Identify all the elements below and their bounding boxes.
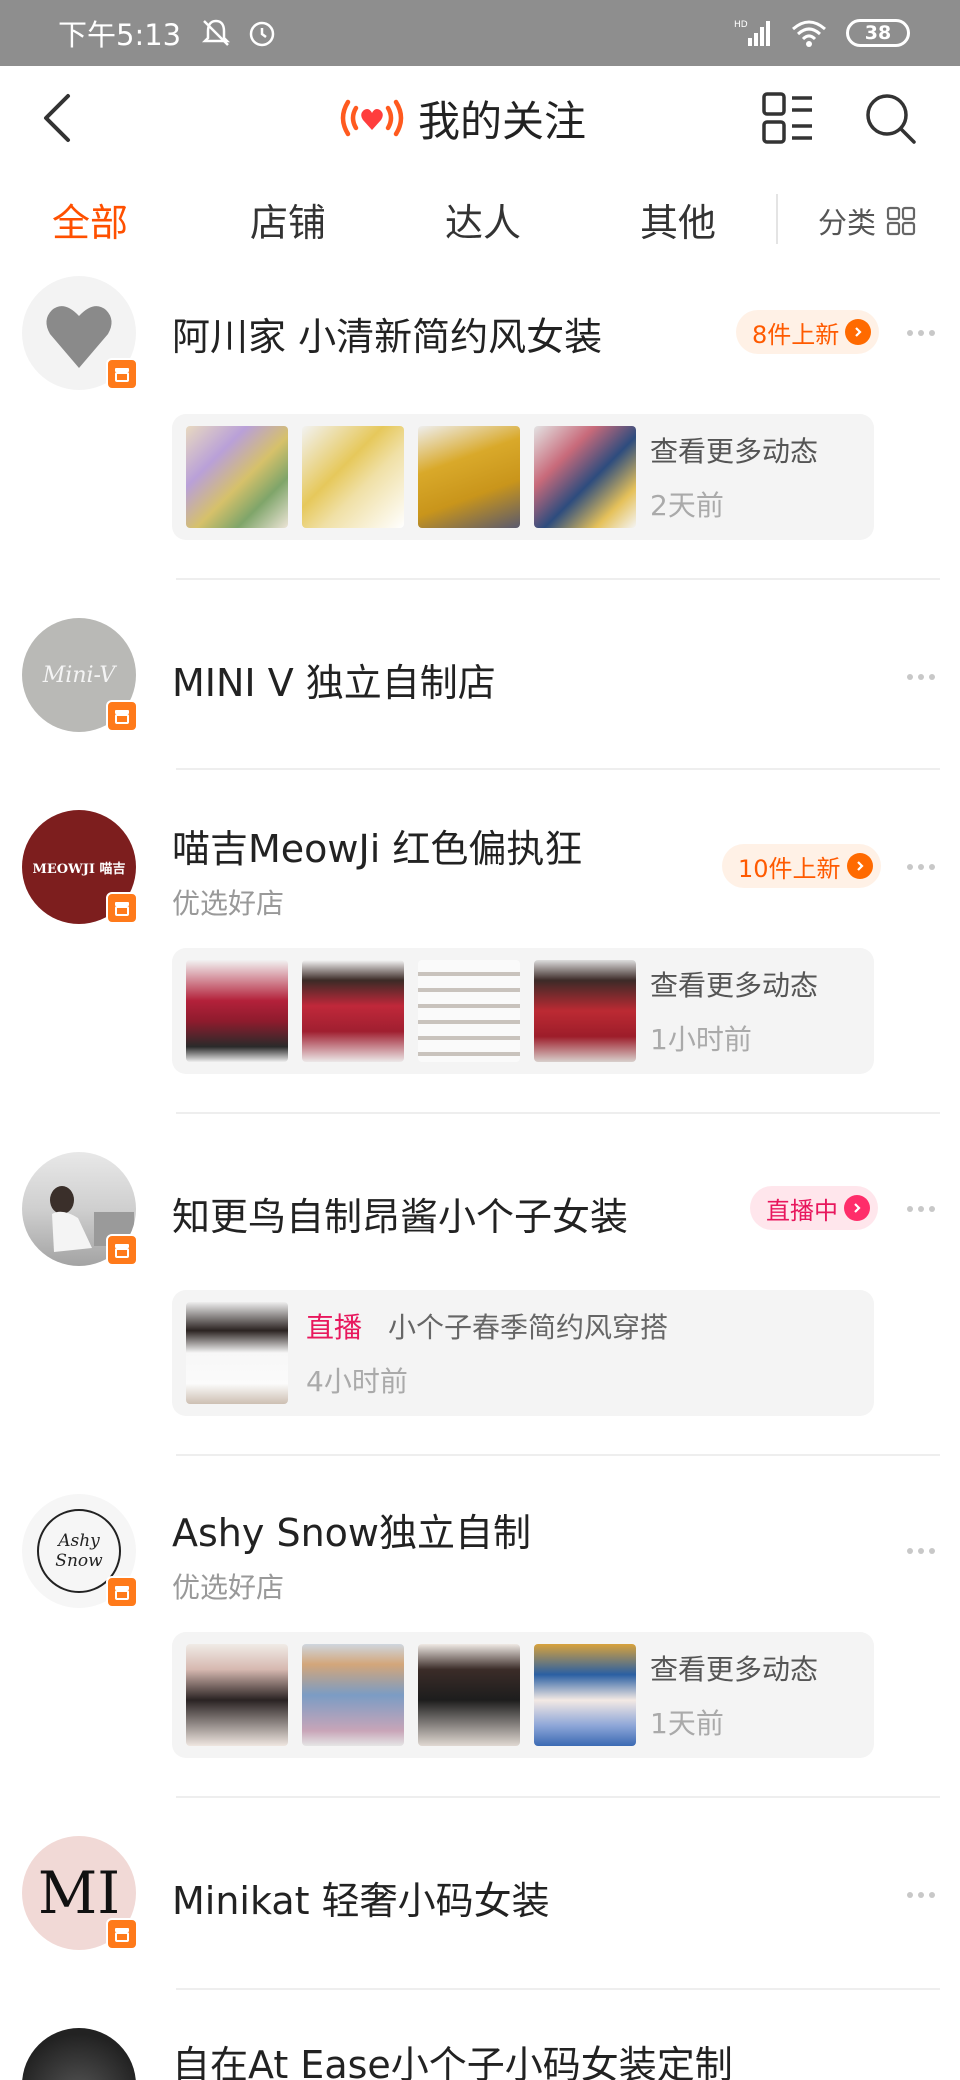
shop-badge-icon (106, 892, 138, 924)
more-options-icon[interactable] (906, 1890, 936, 1900)
update-time: 2天前 (650, 489, 724, 522)
shop-name: 自在At Ease小个子小码女装定制 (172, 2043, 733, 2080)
grid-icon (886, 206, 916, 236)
live-status-badge[interactable]: 直播中 (750, 1186, 878, 1230)
shop-name: 喵吉MeowJi 红色偏执狂 (172, 827, 583, 871)
product-thumbnail[interactable] (302, 1644, 404, 1746)
chevron-right-icon (846, 853, 873, 879)
shop-badge-icon (106, 1576, 138, 1608)
tab-shops[interactable]: 店铺 (250, 192, 326, 247)
alarm-icon (249, 21, 275, 47)
update-time: 4小时前 (306, 1365, 408, 1398)
divider (176, 1988, 940, 1990)
divider (176, 578, 940, 580)
live-description: 小个子春季简约风穿搭 (388, 1311, 669, 1344)
updates-card[interactable]: 查看更多动态 1天前 (172, 1632, 874, 1758)
tab-influencers[interactable]: 达人 (445, 192, 521, 247)
product-thumbnail[interactable] (418, 1644, 520, 1746)
product-thumbnail[interactable] (302, 960, 404, 1062)
shop-badge-icon (106, 1234, 138, 1266)
tab-divider (776, 194, 778, 244)
more-options-icon[interactable] (906, 672, 936, 682)
chevron-right-icon (844, 1195, 870, 1221)
list-view-icon[interactable] (758, 88, 818, 148)
live-thumbnail[interactable] (186, 1302, 288, 1404)
new-items-badge[interactable]: 8件上新 (736, 310, 880, 354)
shop-subtitle: 优选好店 (172, 887, 285, 920)
product-thumbnail[interactable] (534, 960, 636, 1062)
divider (176, 768, 940, 770)
page-title: 我的关注 (418, 96, 587, 146)
product-thumbnail[interactable] (534, 1644, 636, 1746)
new-items-label: 8件上新 (752, 320, 840, 349)
filter-tabs: 全部 店铺 达人 其他 分类 (0, 170, 960, 270)
shop-subtitle: 优选好店 (172, 1571, 285, 1604)
shop-name: Ashy Snow独立自制 (172, 1511, 531, 1555)
live-status-label: 直播中 (766, 1196, 838, 1225)
shop-name: 阿川家 小清新简约风女装 (172, 315, 603, 359)
product-thumbnail[interactable] (186, 426, 288, 528)
avatar-logo-text: Ashy Snow (55, 1531, 103, 1571)
divider (176, 1454, 940, 1456)
new-items-badge[interactable]: 10件上新 (722, 844, 881, 888)
avatar-logo-text: MI (37, 1859, 121, 1927)
network-label: HD (734, 20, 748, 30)
shop-badge-icon (106, 358, 138, 390)
product-thumbnail[interactable] (186, 960, 288, 1062)
update-time: 1天前 (650, 1707, 724, 1740)
tab-all[interactable]: 全部 (52, 192, 128, 247)
status-time: 下午5:13 (58, 18, 182, 52)
more-options-icon[interactable] (906, 1204, 936, 1214)
updates-card[interactable]: 查看更多动态 2天前 (172, 414, 874, 540)
product-thumbnail[interactable] (302, 426, 404, 528)
product-thumbnail[interactable] (418, 960, 520, 1062)
view-more-updates: 查看更多动态 (650, 1653, 819, 1686)
status-bar: 下午5:13 HD 38 (0, 0, 960, 66)
back-arrow-icon[interactable] (30, 88, 90, 148)
new-items-label: 10件上新 (738, 854, 841, 883)
divider (176, 1112, 940, 1114)
divider (176, 1796, 940, 1798)
shop-name: Minikat 轻奢小码女装 (172, 1879, 550, 1923)
shop-badge-icon (106, 700, 138, 732)
updates-card[interactable]: 查看更多动态 1小时前 (172, 948, 874, 1074)
chevron-right-icon (845, 319, 872, 345)
avatar-logo-text: MEOWJI 喵吉 (32, 861, 126, 877)
tab-others[interactable]: 其他 (640, 192, 716, 247)
shop-badge-icon (106, 1918, 138, 1950)
product-thumbnail[interactable] (534, 426, 636, 528)
shop-name: 知更鸟自制昂酱小个子女装 (172, 1195, 629, 1239)
cellular-signal-icon: HD (734, 20, 770, 46)
more-options-icon[interactable] (906, 1546, 936, 1556)
live-tag: 直播 (306, 1311, 363, 1344)
search-icon[interactable] (860, 88, 920, 148)
update-time: 1小时前 (650, 1023, 752, 1056)
shop-avatar[interactable] (22, 2028, 136, 2080)
view-more-updates: 查看更多动态 (650, 435, 819, 468)
wifi-icon (792, 20, 826, 47)
live-stream-card[interactable]: 直播 小个子春季简约风穿搭 4小时前 (172, 1290, 874, 1416)
view-more-updates: 查看更多动态 (650, 969, 819, 1002)
shop-name: MINI V 独立自制店 (172, 661, 496, 705)
product-thumbnail[interactable] (418, 426, 520, 528)
battery-indicator: 38 (846, 19, 910, 47)
silent-mode-icon (202, 19, 231, 46)
category-button[interactable]: 分类 (818, 200, 916, 242)
product-thumbnail[interactable] (186, 1644, 288, 1746)
page-title-group: 我的关注 (336, 86, 586, 150)
heart-broadcast-icon (340, 99, 404, 137)
more-options-icon[interactable] (906, 862, 936, 872)
nav-bar: 我的关注 (0, 66, 960, 170)
avatar-logo-text: Mini-V (42, 662, 116, 688)
more-options-icon[interactable] (906, 328, 936, 338)
category-label: 分类 (818, 206, 877, 240)
